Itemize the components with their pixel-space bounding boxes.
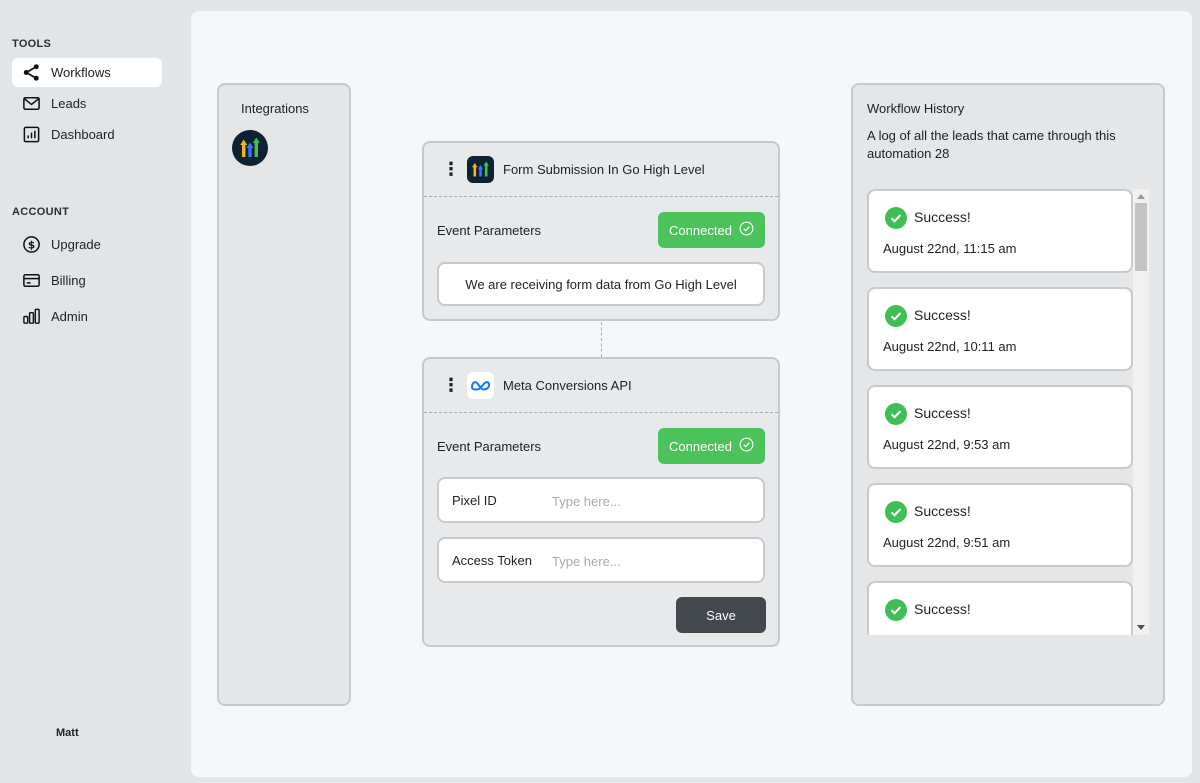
node-connector bbox=[601, 322, 602, 357]
connected-label: Connected bbox=[669, 222, 732, 238]
meta-logo bbox=[467, 372, 494, 404]
history-description: A log of all the leads that came through… bbox=[867, 128, 1116, 161]
save-button[interactable]: Save bbox=[676, 597, 766, 633]
history-entry[interactable]: Success! August 22nd, 10:11 am bbox=[867, 287, 1133, 371]
history-entry[interactable]: Success! August 22nd, 9:51 am bbox=[867, 483, 1133, 567]
entry-status: Success! bbox=[914, 307, 971, 323]
history-title: Workflow History bbox=[867, 101, 965, 116]
success-check-icon bbox=[885, 305, 907, 332]
mail-icon bbox=[21, 94, 41, 114]
integrations-title: Integrations bbox=[241, 101, 309, 116]
connected-label: Connected bbox=[669, 438, 732, 454]
bars-icon bbox=[21, 307, 41, 327]
entry-time: August 22nd, 10:11 am bbox=[883, 339, 1017, 354]
sidebar-item-label: Leads bbox=[51, 96, 87, 111]
more-vertical-icon[interactable]: ⋮ bbox=[442, 160, 460, 178]
event-parameters-label: Event Parameters bbox=[437, 439, 542, 454]
check-circle-icon bbox=[739, 437, 754, 455]
entry-time: August 22nd, 9:53 am bbox=[883, 437, 1011, 452]
entry-status: Success! bbox=[914, 209, 971, 225]
entry-status: Success! bbox=[914, 503, 971, 519]
entry-status: Success! bbox=[914, 405, 971, 421]
action-node-title: Meta Conversions API bbox=[503, 378, 632, 393]
history-entry[interactable]: Success! August 22nd, 11:15 am bbox=[867, 189, 1133, 273]
entry-time: August 22nd, 9:51 am bbox=[883, 535, 1011, 550]
sidebar-item-label: Upgrade bbox=[51, 237, 101, 252]
access-token-input[interactable] bbox=[552, 551, 752, 571]
history-entry[interactable]: Success! bbox=[867, 581, 1133, 635]
trigger-node[interactable]: ⋮ Form Submission In Go High Level Event… bbox=[422, 141, 780, 321]
bar-chart-icon bbox=[21, 125, 41, 145]
entry-status: Success! bbox=[914, 601, 971, 617]
access-token-field: Access Token bbox=[437, 537, 765, 583]
success-check-icon bbox=[885, 599, 907, 626]
integrations-panel: Integrations bbox=[217, 83, 351, 706]
connected-badge[interactable]: Connected bbox=[658, 428, 765, 464]
access-token-label: Access Token bbox=[452, 553, 532, 568]
go-high-level-logo bbox=[467, 156, 494, 188]
workflow-icon bbox=[21, 63, 41, 83]
sidebar-item-upgrade[interactable]: $ Upgrade bbox=[12, 230, 162, 259]
event-parameters-label: Event Parameters bbox=[437, 223, 542, 238]
history-list[interactable]: Success! August 22nd, 11:15 am Success! … bbox=[867, 189, 1149, 635]
sidebar-item-dashboard[interactable]: Dashboard bbox=[12, 120, 162, 149]
workflow-canvas: Integrations ⋮ Form Submission In Go Hig… bbox=[191, 11, 1192, 777]
connected-badge[interactable]: Connected bbox=[658, 212, 765, 248]
action-node[interactable]: ⋮ Meta Conversions API Event Parameters … bbox=[422, 357, 780, 647]
trigger-node-header: ⋮ Form Submission In Go High Level bbox=[424, 143, 778, 197]
sidebar-item-workflows[interactable]: Workflows bbox=[12, 58, 162, 87]
sidebar-item-label: Admin bbox=[51, 309, 88, 324]
history-entry[interactable]: Success! August 22nd, 9:53 am bbox=[867, 385, 1133, 469]
credit-card-icon bbox=[21, 271, 41, 291]
scroll-up-arrow-icon[interactable] bbox=[1137, 194, 1145, 199]
sidebar-item-leads[interactable]: Leads bbox=[12, 89, 162, 118]
check-circle-icon bbox=[739, 221, 754, 239]
success-check-icon bbox=[885, 207, 907, 234]
sidebar-item-label: Dashboard bbox=[51, 127, 115, 142]
go-high-level-logo[interactable] bbox=[232, 130, 268, 171]
success-check-icon bbox=[885, 403, 907, 430]
pixel-id-field: Pixel ID bbox=[437, 477, 765, 523]
pixel-id-label: Pixel ID bbox=[452, 493, 497, 508]
scroll-down-arrow-icon[interactable] bbox=[1137, 625, 1145, 630]
entry-time: August 22nd, 11:15 am bbox=[883, 241, 1017, 256]
trigger-node-title: Form Submission In Go High Level bbox=[503, 162, 705, 177]
more-vertical-icon[interactable]: ⋮ bbox=[442, 376, 460, 394]
form-data-status-message: We are receiving form data from Go High … bbox=[437, 262, 765, 306]
sidebar-item-admin[interactable]: Admin bbox=[12, 302, 162, 331]
pixel-id-input[interactable] bbox=[552, 491, 752, 511]
history-scrollbar[interactable] bbox=[1133, 189, 1149, 635]
user-name[interactable]: Matt bbox=[56, 727, 79, 739]
sidebar-item-billing[interactable]: Billing bbox=[12, 266, 162, 295]
svg-text:$: $ bbox=[27, 239, 34, 251]
scrollbar-thumb[interactable] bbox=[1135, 203, 1147, 271]
tools-section-title: TOOLS bbox=[12, 38, 52, 50]
account-section-title: ACCOUNT bbox=[12, 206, 70, 218]
action-node-header: ⋮ Meta Conversions API bbox=[424, 359, 778, 413]
sidebar-item-label: Billing bbox=[51, 273, 86, 288]
sidebar: TOOLS Workflows Leads Dashboard ACCOUNT … bbox=[0, 0, 190, 783]
dollar-circle-icon: $ bbox=[21, 235, 41, 255]
workflow-history-panel: Workflow History A log of all the leads … bbox=[851, 83, 1165, 706]
success-check-icon bbox=[885, 501, 907, 528]
sidebar-item-label: Workflows bbox=[51, 65, 111, 80]
